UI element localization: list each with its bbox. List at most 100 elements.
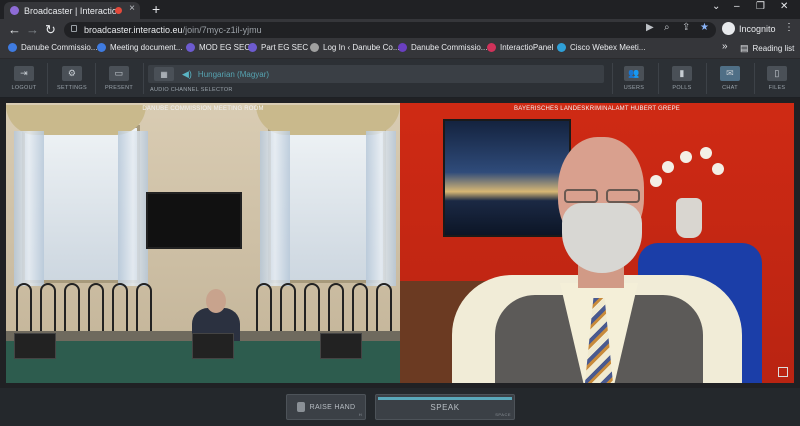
fullscreen-expand-icon[interactable]: [778, 367, 788, 377]
bookmark-favicon-icon: [310, 43, 319, 52]
bookmark-item[interactable]: Danube Commissio...: [398, 43, 487, 52]
video-feed-remote-speaker[interactable]: BAYERISCHES LANDESKRIMINALAMT HUBERT GRE…: [400, 103, 794, 383]
chair: [280, 283, 296, 331]
speak-shortcut: SPACE: [495, 412, 511, 417]
wall-television: [146, 192, 242, 249]
bookmark-label: Danube Commissio...: [411, 43, 488, 52]
present-label: PRESENT: [104, 85, 134, 91]
files-button[interactable]: ▯ FILES: [755, 59, 799, 98]
reading-list-button[interactable]: ▤ Reading list: [740, 43, 794, 54]
users-label: USERS: [623, 85, 645, 91]
back-arrow-icon[interactable]: ←: [8, 22, 21, 37]
users-icon: 👥: [624, 66, 644, 81]
curtain: [14, 131, 44, 286]
interactio-toolbar: ⇥ LOGOUT ⚙ SETTINGS ▭ PRESENT ▦ ◀) Hunga…: [0, 59, 800, 98]
bookmark-item[interactable]: Meeting document...: [97, 43, 182, 52]
tab-close-icon[interactable]: ×: [129, 3, 135, 14]
delegate-head: [206, 289, 226, 313]
url-path: /join/7myc-z1il-yjmu: [182, 25, 262, 35]
incognito-profile[interactable]: Incognito: [722, 22, 776, 35]
browser-tab-strip: Broadcaster | Interactio × + ⌄ – ❐ ✕: [0, 0, 800, 19]
chat-label: CHAT: [722, 85, 738, 91]
logout-label: LOGOUT: [11, 85, 37, 91]
bookmark-item[interactable]: Log In ‹ Danube Co...: [310, 43, 400, 52]
channel-grid-icon: ▦: [154, 67, 174, 81]
polls-button[interactable]: ▮ POLLS: [660, 59, 704, 98]
bookmark-item[interactable]: MOD EG SEC: [186, 43, 250, 52]
raise-hand-shortcut: H: [358, 412, 362, 417]
present-button[interactable]: ▭ PRESENT: [97, 59, 141, 98]
speak-level-bar: [378, 397, 512, 400]
chat-button[interactable]: ✉ CHAT: [708, 59, 752, 98]
url-host: broadcaster.interactio.eu: [84, 25, 183, 35]
polls-label: POLLS: [672, 85, 692, 91]
zoom-search-icon[interactable]: ⌕: [664, 22, 670, 33]
divider: [143, 63, 144, 94]
bookmark-favicon-icon: [186, 43, 195, 52]
bookmark-star-icon[interactable]: ★: [700, 22, 709, 33]
gear-icon: ⚙: [62, 66, 82, 81]
new-tab-button[interactable]: +: [152, 1, 160, 17]
audio-channel-value: Hungarian (Magyar): [197, 69, 270, 79]
bookmark-item[interactable]: Danube Commissio...: [8, 43, 97, 52]
bookmarks-overflow-button[interactable]: »: [722, 41, 728, 52]
lock-icon: [71, 25, 77, 32]
chair: [40, 283, 56, 331]
feed-label-meeting-room: DANUBE COMMISSION MEETING ROOM: [142, 106, 264, 112]
browser-menu-icon[interactable]: ⋮: [784, 22, 794, 33]
curtain: [260, 131, 290, 286]
audio-channel-selector[interactable]: ▦ ◀) Hungarian (Magyar): [148, 65, 604, 83]
browser-navigation-bar: ← → ↻ broadcaster.interactio.eu/join/7my…: [0, 19, 800, 41]
camera-icon[interactable]: ▶: [646, 22, 654, 33]
bookmark-favicon-icon: [398, 43, 407, 52]
flower: [700, 147, 712, 159]
chair: [256, 283, 272, 331]
bookmark-label: InteractioPanel: [500, 43, 554, 52]
flower-vase: [676, 198, 702, 238]
speak-button[interactable]: SPEAK SPACE: [375, 394, 515, 420]
bookmark-label: Danube Commissio...: [21, 43, 98, 52]
logout-icon: ⇥: [14, 66, 34, 81]
address-bar[interactable]: broadcaster.interactio.eu/join/7myc-z1il…: [64, 22, 716, 38]
present-screen-icon: ▭: [109, 66, 129, 81]
file-icon: ▯: [767, 66, 787, 81]
chair: [136, 283, 152, 331]
bookmark-favicon-icon: [487, 43, 496, 52]
desk-monitor: [192, 333, 234, 359]
bookmark-item[interactable]: InteractioPanel: [487, 43, 553, 52]
divider: [95, 63, 96, 94]
window-restore-button[interactable]: ❐: [756, 1, 765, 12]
chair: [112, 283, 128, 331]
polls-chart-icon: ▮: [672, 66, 692, 81]
chair: [16, 283, 32, 331]
video-stage: DANUBE COMMISSION MEETING ROOM BAYERISCH…: [6, 103, 794, 383]
flower: [650, 175, 662, 187]
curtain: [118, 131, 148, 286]
video-feed-meeting-room[interactable]: DANUBE COMMISSION MEETING ROOM: [6, 103, 400, 383]
settings-label: SETTINGS: [57, 85, 87, 91]
window-minimize-button[interactable]: –: [734, 1, 740, 12]
share-icon[interactable]: ⇪: [682, 22, 690, 33]
flower: [712, 163, 724, 175]
bookmark-item[interactable]: Part EG SEC: [248, 43, 308, 52]
window-close-button[interactable]: ✕: [780, 1, 788, 12]
feed-label-remote-speaker: BAYERISCHES LANDESKRIMINALAMT HUBERT GRE…: [514, 106, 680, 112]
glasses-lens: [606, 189, 640, 203]
users-button[interactable]: 👥 USERS: [612, 59, 656, 98]
bookmark-label: Meeting document...: [110, 43, 183, 52]
raise-hand-button[interactable]: RAISE HAND H: [286, 394, 366, 420]
bookmark-item[interactable]: Cisco Webex Meeti...: [557, 43, 645, 52]
incognito-label: Incognito: [739, 23, 776, 34]
tab-search-chevron-icon[interactable]: ⌄: [712, 1, 720, 12]
bookmark-label: Cisco Webex Meeti...: [570, 43, 646, 52]
bookmark-favicon-icon: [248, 43, 257, 52]
interactio-favicon-icon: [10, 6, 19, 15]
chair: [304, 283, 320, 331]
logout-button[interactable]: ⇥ LOGOUT: [2, 59, 46, 98]
raise-hand-label: RAISE HAND: [309, 403, 356, 411]
settings-button[interactable]: ⚙ SETTINGS: [50, 59, 94, 98]
reload-icon[interactable]: ↻: [45, 22, 56, 38]
browser-tab[interactable]: Broadcaster | Interactio ×: [4, 2, 140, 19]
forward-arrow-icon[interactable]: →: [26, 22, 39, 37]
landscape-painting: [443, 119, 571, 237]
